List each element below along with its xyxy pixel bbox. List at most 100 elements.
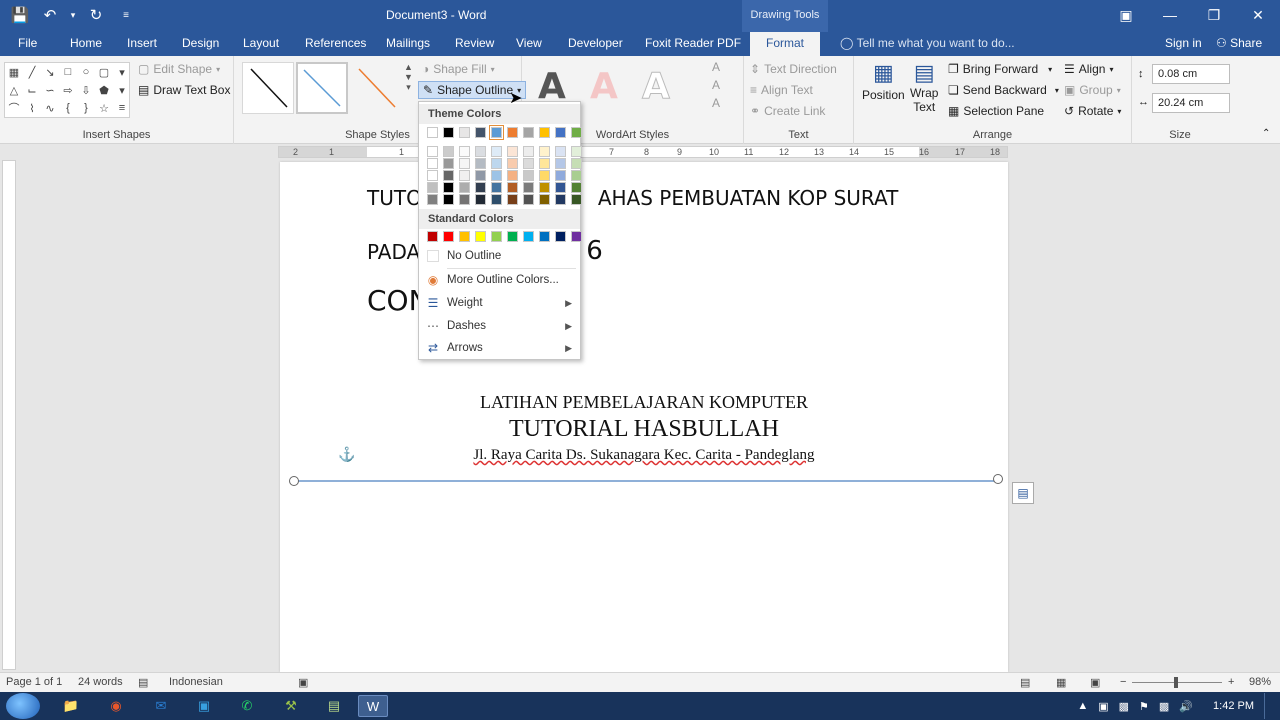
macro-icon[interactable]: ▣ bbox=[298, 676, 308, 689]
share-button[interactable]: ⚇ Share bbox=[1216, 36, 1262, 50]
outlook-icon[interactable]: ✉ bbox=[146, 695, 176, 717]
web-layout-icon[interactable]: ▣ bbox=[1090, 676, 1100, 689]
page-count[interactable]: Page 1 of 1 bbox=[6, 676, 62, 688]
position-button[interactable]: ▦ Position bbox=[862, 60, 905, 102]
theme-color-shade-swatch[interactable] bbox=[571, 158, 582, 169]
firefox-icon[interactable]: ◉ bbox=[101, 695, 131, 717]
theme-color-shade-swatch[interactable] bbox=[523, 182, 534, 193]
theme-color-shade-swatch[interactable] bbox=[571, 170, 582, 181]
sign-in-link[interactable]: Sign in bbox=[1165, 36, 1202, 50]
document-page[interactable]: TUTO AHAS PEMBUATAN KOP SURAT PADA 6 CON L… bbox=[280, 162, 1034, 672]
text-outline-icon[interactable]: A bbox=[712, 78, 720, 92]
theme-color-shade-swatch[interactable] bbox=[491, 182, 502, 193]
theme-color-swatch[interactable] bbox=[555, 127, 566, 138]
network-icon[interactable]: ▩ bbox=[1119, 700, 1129, 713]
standard-color-swatch[interactable] bbox=[523, 231, 534, 242]
scroll-shapes-icon[interactable]: ▾ bbox=[113, 81, 131, 99]
tab-developer[interactable]: Developer bbox=[568, 36, 623, 50]
tab-insert[interactable]: Insert bbox=[127, 36, 157, 50]
more-shapes-icon[interactable]: ▾ bbox=[113, 63, 131, 81]
align-button[interactable]: ☰ Align ▾ bbox=[1064, 62, 1113, 76]
arrows-item[interactable]: ⇄ Arrows ▶ bbox=[419, 337, 580, 359]
theme-color-shade-swatch[interactable] bbox=[555, 146, 566, 157]
theme-color-swatch[interactable] bbox=[459, 127, 470, 138]
arc-shape-icon[interactable]: ⌒ bbox=[5, 99, 23, 117]
theme-color-shade-swatch[interactable] bbox=[475, 158, 486, 169]
theme-color-swatch[interactable] bbox=[443, 127, 454, 138]
weight-item[interactable]: ☰ Weight ▶ bbox=[419, 292, 580, 314]
theme-color-shade-swatch[interactable] bbox=[523, 146, 534, 157]
theme-color-swatch[interactable] bbox=[571, 127, 582, 138]
print-layout-icon[interactable]: ▦ bbox=[1056, 676, 1066, 689]
standard-color-swatch[interactable] bbox=[507, 231, 518, 242]
theme-color-shade-swatch[interactable] bbox=[443, 170, 454, 181]
line-handle-start[interactable] bbox=[289, 476, 299, 486]
theme-color-shade-swatch[interactable] bbox=[443, 158, 454, 169]
restore-button[interactable]: ❐ bbox=[1192, 0, 1236, 30]
theme-color-swatch[interactable] bbox=[539, 127, 550, 138]
theme-color-shade-swatch[interactable] bbox=[507, 158, 518, 169]
horizontal-ruler[interactable]: 2 1 1 2 3 4 5 6 7 8 9 10 11 12 13 14 15 … bbox=[278, 146, 1008, 158]
theme-color-swatch[interactable] bbox=[475, 127, 486, 138]
dashes-item[interactable]: ⋯ Dashes ▶ bbox=[419, 315, 580, 337]
brace-left-icon[interactable]: { bbox=[59, 99, 77, 117]
zoom-slider-thumb[interactable] bbox=[1174, 677, 1178, 688]
theme-color-shade-swatch[interactable] bbox=[523, 194, 534, 205]
standard-color-swatch[interactable] bbox=[427, 231, 438, 242]
whatsapp-icon[interactable]: ✆ bbox=[232, 695, 262, 717]
theme-color-shade-swatch[interactable] bbox=[443, 182, 454, 193]
down-arrow-shape-icon[interactable]: ⇩ bbox=[77, 81, 95, 99]
theme-color-shade-swatch[interactable] bbox=[555, 182, 566, 193]
theme-color-shade-swatch[interactable] bbox=[427, 182, 438, 193]
theme-color-shade-swatch[interactable] bbox=[571, 194, 582, 205]
word-taskbar-icon[interactable]: W bbox=[358, 695, 388, 717]
customize-qat-icon[interactable]: ≡ bbox=[114, 4, 138, 26]
line-handle-end[interactable] bbox=[993, 474, 1003, 484]
theme-color-shade-swatch[interactable] bbox=[459, 170, 470, 181]
zoom-in-icon[interactable]: + bbox=[1228, 676, 1234, 688]
text-effects-icon[interactable]: A bbox=[712, 96, 720, 110]
freeform-shape-icon[interactable]: ⌇ bbox=[23, 99, 41, 117]
brace-right-icon[interactable]: } bbox=[77, 99, 95, 117]
standard-color-swatch[interactable] bbox=[539, 231, 550, 242]
elbow-connector-icon[interactable]: ⌙ bbox=[23, 81, 41, 99]
language-indicator[interactable]: Indonesian bbox=[169, 676, 223, 688]
shape-style-orange-line[interactable] bbox=[350, 62, 402, 114]
oval-shape-icon[interactable]: ○ bbox=[77, 63, 95, 81]
tab-home[interactable]: Home bbox=[70, 36, 102, 50]
standard-color-swatch[interactable] bbox=[555, 231, 566, 242]
theme-color-swatch[interactable] bbox=[489, 125, 504, 140]
volume-icon[interactable]: 🔊 bbox=[1179, 700, 1193, 713]
theme-color-shade-swatch[interactable] bbox=[427, 194, 438, 205]
theme-color-shade-swatch[interactable] bbox=[491, 158, 502, 169]
scroll-down-icon[interactable]: ▼ bbox=[404, 72, 413, 82]
tab-mailings[interactable]: Mailings bbox=[386, 36, 430, 50]
theme-color-shade-swatch[interactable] bbox=[459, 146, 470, 157]
ribbon-display-options-icon[interactable]: ▣ bbox=[1104, 0, 1148, 30]
wave-shape-icon[interactable]: ∿ bbox=[41, 99, 59, 117]
theme-color-swatch[interactable] bbox=[523, 127, 534, 138]
theme-color-shade-swatch[interactable] bbox=[427, 158, 438, 169]
tab-file[interactable]: File bbox=[18, 36, 37, 50]
block-arrow-icon[interactable]: ⇨ bbox=[59, 81, 77, 99]
pentagon-shape-icon[interactable]: ⬟ bbox=[95, 81, 113, 99]
shape-height-input[interactable]: 0.08 cm bbox=[1152, 64, 1230, 84]
draw-text-box-button[interactable]: ▤ Draw Text Box bbox=[138, 83, 230, 97]
tab-view[interactable]: View bbox=[516, 36, 542, 50]
anchor-icon[interactable]: ⚓ bbox=[338, 446, 355, 463]
minimize-button[interactable]: — bbox=[1148, 0, 1192, 30]
theme-color-shade-swatch[interactable] bbox=[571, 182, 582, 193]
theme-color-swatch[interactable] bbox=[507, 127, 518, 138]
start-button[interactable] bbox=[6, 693, 40, 719]
shape-styles-scroll[interactable]: ▲ ▼ ▾ bbox=[404, 62, 413, 93]
star-shape-icon[interactable]: ☆ bbox=[95, 99, 113, 117]
wordart-style-2[interactable]: A bbox=[590, 66, 618, 107]
theme-color-shade-swatch[interactable] bbox=[507, 194, 518, 205]
theme-color-shade-swatch[interactable] bbox=[427, 146, 438, 157]
shape-width-input[interactable]: 20.24 cm bbox=[1152, 93, 1230, 113]
show-hidden-icons[interactable]: ▲ bbox=[1077, 700, 1088, 712]
close-button[interactable]: ✕ bbox=[1236, 0, 1280, 30]
expand-shapes-icon[interactable]: ≡ bbox=[113, 99, 131, 117]
triangle-shape-icon[interactable]: △ bbox=[5, 81, 23, 99]
theme-color-shade-swatch[interactable] bbox=[491, 194, 502, 205]
